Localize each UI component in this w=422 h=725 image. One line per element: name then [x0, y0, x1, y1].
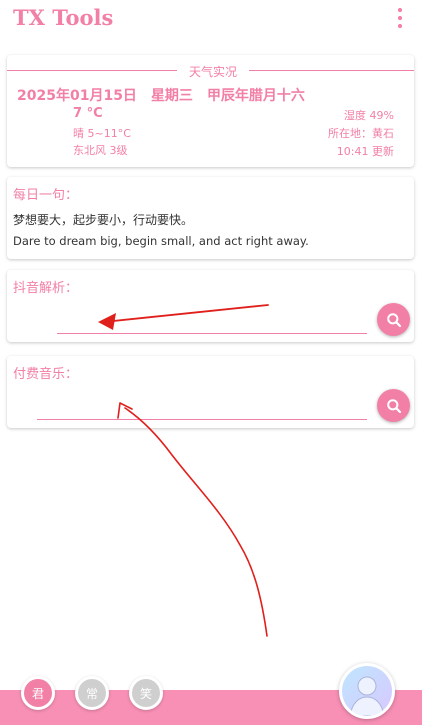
weather-title: 天气实况 [188, 65, 237, 79]
weather-date: 2025年01月15日 [17, 88, 137, 104]
nav-tab-chang[interactable]: 常 [75, 676, 109, 710]
nav-tab-xiao[interactable]: 笑 [129, 676, 163, 710]
search-icon [386, 398, 401, 413]
app-bar: TX Tools [0, 0, 422, 40]
weather-lunar: 甲辰年腊月十六 [206, 88, 305, 104]
weather-temperature: 7 °C [73, 106, 103, 121]
daily-quote-chinese: 梦想要大，起步要小，行动要快。 [13, 213, 194, 227]
douyin-link-input[interactable] [57, 312, 367, 334]
daily-quote-english: Dare to dream big, begin small, and act … [13, 234, 309, 248]
weather-weekday: 星期三 [150, 88, 193, 104]
weather-wind: 东北风 3级 [73, 144, 128, 157]
header-divider-right [249, 70, 414, 71]
weather-location: 所在地：黄石 [328, 127, 394, 140]
weather-date-row: 2025年01月15日 星期三 甲辰年腊月十六 [17, 85, 305, 105]
douyin-search-button[interactable] [377, 303, 410, 336]
user-avatar-icon [342, 666, 392, 716]
paid-music-input[interactable] [37, 398, 367, 420]
avatar[interactable] [339, 663, 395, 719]
weather-update-time: 10:41 更新 [336, 145, 394, 158]
daily-quote-label: 每日一句： [13, 188, 79, 203]
annotation-arrow-music [117, 402, 268, 637]
music-search-button[interactable] [377, 389, 410, 422]
paid-music-label: 付费音乐： [13, 367, 79, 382]
app-title: TX Tools [13, 5, 114, 30]
weather-humidity: 湿度 49% [344, 109, 394, 122]
more-vertical-icon[interactable] [390, 6, 410, 30]
weather-card: 天气实况 2025年01月15日 星期三 甲辰年腊月十六 7 °C 晴 5~11°C… [7, 55, 414, 167]
weather-range: 晴 5~11°C [73, 127, 131, 140]
nav-tab-jun[interactable]: 君 [21, 676, 55, 710]
douyin-parse-label: 抖音解析： [13, 281, 79, 296]
weather-header: 天气实况 [7, 63, 414, 79]
daily-quote-card: 每日一句： 梦想要大，起步要小，行动要快。 Dare to dream big,… [7, 177, 414, 259]
header-divider-left [7, 70, 177, 71]
douyin-parse-card: 抖音解析： [7, 270, 414, 342]
search-icon [386, 312, 401, 327]
paid-music-card: 付费音乐： [7, 356, 414, 428]
